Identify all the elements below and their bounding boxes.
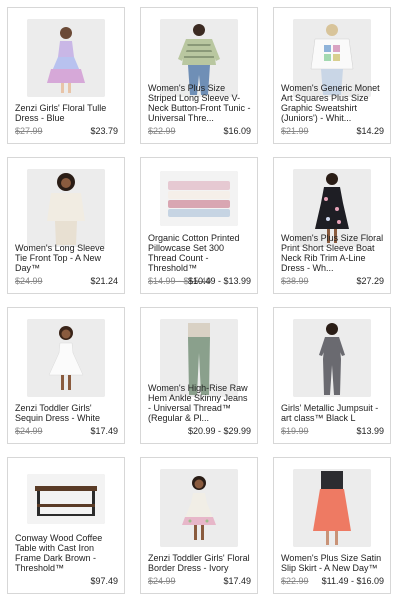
product-card[interactable]: Conway Wood Coffee Table with Cast Iron … — [7, 457, 125, 594]
product-title[interactable]: Women's Generic Monet Art Squares Plus S… — [281, 83, 385, 123]
sale-price: $17.49 — [90, 426, 118, 436]
sale-price: $17.49 — [223, 576, 251, 586]
product-card[interactable]: Women's Plus Size Satin Slip Skirt - A N… — [273, 457, 391, 594]
price-row: $97.49 — [15, 576, 118, 587]
product-image[interactable] — [293, 469, 371, 547]
product-title[interactable]: Women's Long Sleeve Tie Front Top - A Ne… — [15, 243, 119, 273]
price-row: $38.99 $27.29 — [281, 276, 384, 287]
product-title[interactable]: Women's Plus Size Striped Long Sleeve V-… — [148, 83, 252, 123]
product-title[interactable]: Zenzi Toddler Girls' Sequin Dress - Whit… — [15, 403, 119, 423]
product-card[interactable]: Women's Plus Size Floral Print Short Sle… — [273, 157, 391, 294]
product-title[interactable]: Women's Plus Size Floral Print Short Sle… — [281, 233, 385, 273]
product-image[interactable] — [160, 469, 238, 547]
product-title[interactable]: Women's Plus Size Satin Slip Skirt - A N… — [281, 553, 385, 573]
price-row: $24.99 $17.49 — [148, 576, 251, 587]
price-row: $20.99 - $29.99 — [148, 426, 251, 437]
original-price: $19.99 — [281, 426, 309, 436]
sale-price: $14.29 — [356, 126, 384, 136]
sale-price: $20.99 - $29.99 — [187, 426, 251, 436]
sale-price: $21.24 — [90, 276, 118, 286]
original-price: $21.99 — [281, 126, 309, 136]
product-title[interactable]: Organic Cotton Printed Pillowcase Set 30… — [148, 233, 252, 273]
sale-price: $10.49 - $13.99 — [187, 276, 251, 286]
pillowcase-stack-icon — [160, 171, 238, 226]
original-price: $27.99 — [15, 126, 43, 136]
product-card[interactable]: Organic Cotton Printed Pillowcase Set 30… — [140, 157, 258, 294]
coffee-table-icon — [27, 474, 105, 524]
woman-cream-top-icon — [27, 169, 105, 247]
original-price: $22.99 — [281, 576, 309, 586]
toddler-floral-dress-icon — [160, 469, 238, 547]
product-card[interactable]: Women's Generic Monet Art Squares Plus S… — [273, 7, 391, 144]
price-row: $24.99 $21.24 — [15, 276, 118, 287]
product-title[interactable]: Conway Wood Coffee Table with Cast Iron … — [15, 533, 119, 573]
product-image[interactable] — [27, 319, 105, 397]
price-row: $24.99 $17.49 — [15, 426, 118, 437]
price-row: $27.99 $23.79 — [15, 126, 118, 137]
toddler-white-dress-icon — [27, 319, 105, 397]
product-image[interactable] — [27, 474, 105, 524]
sale-price: $27.29 — [356, 276, 384, 286]
product-card[interactable]: Zenzi Toddler Girls' Sequin Dress - Whit… — [7, 307, 125, 444]
product-title[interactable]: Women's High-Rise Raw Hem Ankle Skinny J… — [148, 383, 252, 423]
product-card[interactable]: Girls' Metallic Jumpsuit - art class™ Bl… — [273, 307, 391, 444]
sale-price: $13.99 — [356, 426, 384, 436]
original-price: $24.99 — [15, 426, 43, 436]
product-card[interactable]: Zenzi Girls' Floral Tulle Dress - Blue $… — [7, 7, 125, 144]
product-image[interactable] — [160, 171, 238, 226]
product-title[interactable]: Zenzi Toddler Girls' Floral Border Dress… — [148, 553, 252, 573]
product-image[interactable] — [27, 19, 105, 97]
product-image[interactable] — [293, 319, 371, 397]
girl-black-jumpsuit-icon — [293, 319, 371, 397]
original-price: $38.99 — [281, 276, 309, 286]
girl-floral-tulle-dress-icon — [27, 19, 105, 97]
product-card[interactable]: Women's Plus Size Striped Long Sleeve V-… — [140, 7, 258, 144]
product-card[interactable]: Zenzi Toddler Girls' Floral Border Dress… — [140, 457, 258, 594]
original-price: $24.99 — [148, 576, 176, 586]
price-row: $22.99 $11.49 - $16.09 — [281, 576, 384, 587]
product-title[interactable]: Zenzi Girls' Floral Tulle Dress - Blue — [15, 103, 119, 123]
price-row: $14.99 - $15.49 $10.49 - $13.99 — [148, 276, 251, 287]
sale-price: $16.09 — [223, 126, 251, 136]
sale-price: $23.79 — [90, 126, 118, 136]
woman-coral-skirt-icon — [293, 469, 371, 547]
product-card[interactable]: Women's High-Rise Raw Hem Ankle Skinny J… — [140, 307, 258, 444]
sale-price: $97.49 — [90, 576, 118, 586]
original-price: $24.99 — [15, 276, 43, 286]
price-row: $19.99 $13.99 — [281, 426, 384, 437]
price-row: $22.99 $16.09 — [148, 126, 251, 137]
product-image[interactable] — [27, 169, 105, 247]
product-title[interactable]: Girls' Metallic Jumpsuit - art class™ Bl… — [281, 403, 385, 423]
price-row: $21.99 $14.29 — [281, 126, 384, 137]
product-card[interactable]: Women's Long Sleeve Tie Front Top - A Ne… — [7, 157, 125, 294]
sale-price: $11.49 - $16.09 — [321, 576, 384, 586]
original-price: $22.99 — [148, 126, 176, 136]
